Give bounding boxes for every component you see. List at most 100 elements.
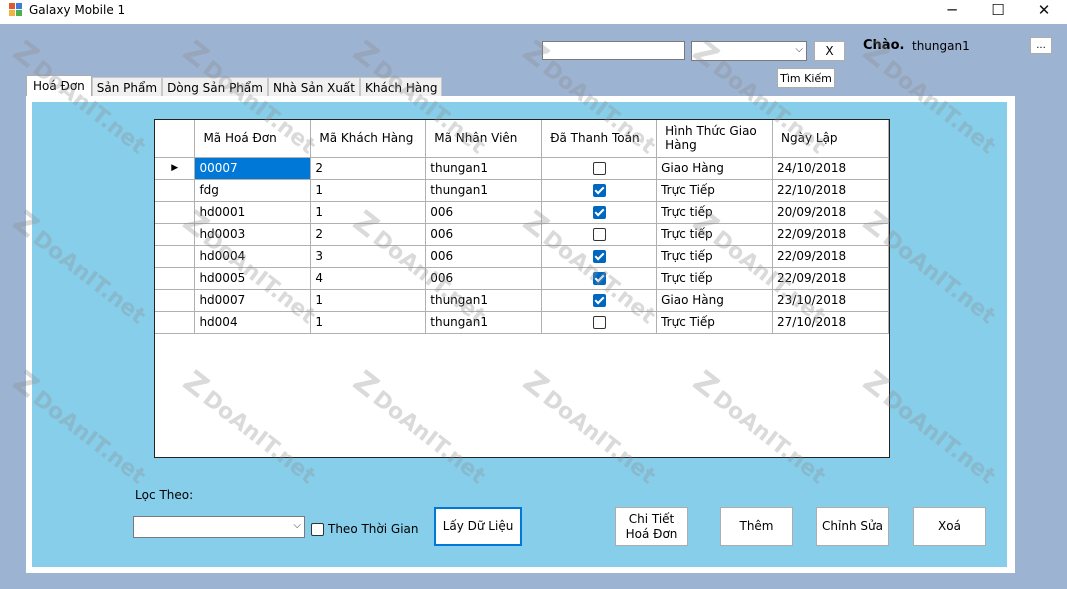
cell-ngay-lap[interactable]: 22/10/2018 [772,179,889,202]
row-header[interactable] [155,201,196,224]
cell-da-thanh-toan[interactable] [541,201,658,224]
cell-hinh-thuc[interactable]: Trực tiếp [656,267,774,290]
cell-hinh-thuc[interactable]: Trực tiếp [656,245,774,268]
cell-ma-nhan-vien[interactable]: 006 [425,245,543,268]
cell-ma-nhan-vien[interactable]: thungan1 [425,311,543,334]
cell-hinh-thuc[interactable]: Trực tiếp [656,223,774,246]
table-row[interactable]: hd0007 1 thungan1 Giao Hàng 23/10/2018 [155,289,889,312]
col-header-ngay-lap[interactable]: Ngày Lập [772,120,889,158]
paid-checkbox[interactable] [592,316,606,329]
paid-checkbox[interactable] [592,228,606,241]
cell-ma-hoa-don[interactable]: fdg [194,179,312,202]
cell-ngay-lap[interactable]: 27/10/2018 [772,311,889,334]
tab-strip: Hoá Đơn Sản Phẩm Dòng Sản Phẩm Nhà Sản X… [26,75,443,99]
more-button[interactable]: ... [1030,37,1052,54]
cell-ngay-lap[interactable]: 23/10/2018 [772,289,889,312]
clear-search-button[interactable]: X [814,41,845,61]
table-row[interactable]: hd0004 3 006 Trực tiếp 22/09/2018 [155,245,889,268]
table-row[interactable]: hd0001 1 006 Trực tiếp 20/09/2018 [155,201,889,224]
cell-da-thanh-toan[interactable] [541,223,658,246]
row-header[interactable] [155,311,196,334]
current-row-indicator[interactable]: ▶ [155,157,196,180]
invoice-grid[interactable]: Mã Hoá Đơn Mã Khách Hàng Mã Nhân Viên Đã… [154,119,890,458]
cell-ma-hoa-don[interactable]: hd0004 [194,245,312,268]
filter-combo[interactable]: ⌵ [133,516,305,538]
time-filter-label[interactable]: Theo Thời Gian [328,522,419,536]
cell-da-thanh-toan[interactable] [541,245,658,268]
row-header[interactable] [155,267,196,290]
col-header-ma-khach-hang[interactable]: Mã Khách Hàng [310,120,427,158]
col-header-ma-hoa-don[interactable]: Mã Hoá Đơn [194,120,312,158]
paid-checkbox[interactable] [592,294,606,307]
invoice-detail-button[interactable]: Chi Tiết Hoá Đơn [615,507,688,546]
cell-ma-hoa-don[interactable]: hd0003 [194,223,312,246]
cell-ngay-lap[interactable]: 22/09/2018 [772,223,889,246]
cell-hinh-thuc[interactable]: Trực Tiếp [656,311,774,334]
cell-hinh-thuc[interactable]: Giao Hàng [656,157,774,180]
table-row[interactable]: hd0003 2 006 Trực tiếp 22/09/2018 [155,223,889,246]
cell-da-thanh-toan[interactable] [541,267,658,290]
cell-da-thanh-toan[interactable] [541,311,658,334]
cell-ma-khach-hang[interactable]: 1 [310,311,427,334]
table-row[interactable]: hd004 1 thungan1 Trực Tiếp 27/10/2018 [155,311,889,334]
maximize-button[interactable]: ☐ [975,0,1021,24]
cell-ma-khach-hang[interactable]: 4 [310,267,427,290]
table-row[interactable]: ▶ 00007 2 thungan1 Giao Hàng 24/10/2018 [155,157,889,180]
cell-ma-hoa-don[interactable]: hd0007 [194,289,312,312]
greeting-label: Chào. [863,38,905,53]
cell-ma-nhan-vien[interactable]: 006 [425,223,543,246]
cell-ma-khach-hang[interactable]: 1 [310,179,427,202]
cell-ma-nhan-vien[interactable]: thungan1 [425,179,543,202]
row-header[interactable] [155,179,196,202]
cell-ma-khach-hang[interactable]: 1 [310,201,427,224]
chevron-down-icon: ⌵ [293,520,301,531]
cell-ngay-lap[interactable]: 20/09/2018 [772,201,889,224]
paid-checkbox[interactable] [592,206,606,219]
table-row[interactable]: hd0005 4 006 Trực tiếp 22/09/2018 [155,267,889,290]
time-filter-checkbox[interactable]: Theo Thời Gian [311,522,419,536]
app-icon [9,3,23,17]
col-header-ma-nhan-vien[interactable]: Mã Nhân Viên [425,120,543,158]
search-button[interactable]: Tìm Kiếm [777,68,835,88]
cell-ma-hoa-don[interactable]: hd0005 [194,267,312,290]
cell-ma-khach-hang[interactable]: 1 [310,289,427,312]
cell-ma-khach-hang[interactable]: 2 [310,157,427,180]
close-button[interactable]: ✕ [1021,0,1067,24]
table-row[interactable]: fdg 1 thungan1 Trực Tiếp 22/10/2018 [155,179,889,202]
row-header[interactable] [155,289,196,312]
cell-ma-nhan-vien[interactable]: thungan1 [425,157,543,180]
cell-ma-nhan-vien[interactable]: thungan1 [425,289,543,312]
cell-ma-khach-hang[interactable]: 2 [310,223,427,246]
edit-button[interactable]: Chỉnh Sửa [816,507,889,546]
load-data-button[interactable]: Lấy Dữ Liệu [434,507,522,546]
search-input[interactable] [542,41,685,60]
search-field-combo[interactable]: ⌵ [691,41,807,61]
cell-ngay-lap[interactable]: 22/09/2018 [772,245,889,268]
cell-ma-hoa-don[interactable]: hd0001 [194,201,312,224]
cell-ma-khach-hang[interactable]: 3 [310,245,427,268]
cell-hinh-thuc[interactable]: Giao Hàng [656,289,774,312]
cell-ma-hoa-don[interactable]: hd004 [194,311,312,334]
cell-ngay-lap[interactable]: 24/10/2018 [772,157,889,180]
cell-ma-hoa-don[interactable]: 00007 [194,157,312,180]
add-button[interactable]: Thêm [720,507,793,546]
delete-button[interactable]: Xoá [913,507,986,546]
cell-da-thanh-toan[interactable] [541,157,658,180]
checkbox-box[interactable] [311,522,324,536]
cell-ngay-lap[interactable]: 22/09/2018 [772,267,889,290]
cell-da-thanh-toan[interactable] [541,289,658,312]
cell-da-thanh-toan[interactable] [541,179,658,202]
minimize-button[interactable]: ─ [929,0,975,24]
paid-checkbox[interactable] [592,250,606,263]
cell-ma-nhan-vien[interactable]: 006 [425,267,543,290]
cell-hinh-thuc[interactable]: Trực Tiếp [656,179,774,202]
row-header[interactable] [155,223,196,246]
paid-checkbox[interactable] [592,162,606,175]
col-header-da-thanh-toan[interactable]: Đã Thanh Toán [541,120,658,158]
cell-ma-nhan-vien[interactable]: 006 [425,201,543,224]
paid-checkbox[interactable] [592,184,606,197]
cell-hinh-thuc[interactable]: Trực tiếp [656,201,774,224]
paid-checkbox[interactable] [592,272,606,285]
row-header[interactable] [155,245,196,268]
col-header-hinh-thuc[interactable]: Hình Thức Giao Hàng [656,120,774,158]
